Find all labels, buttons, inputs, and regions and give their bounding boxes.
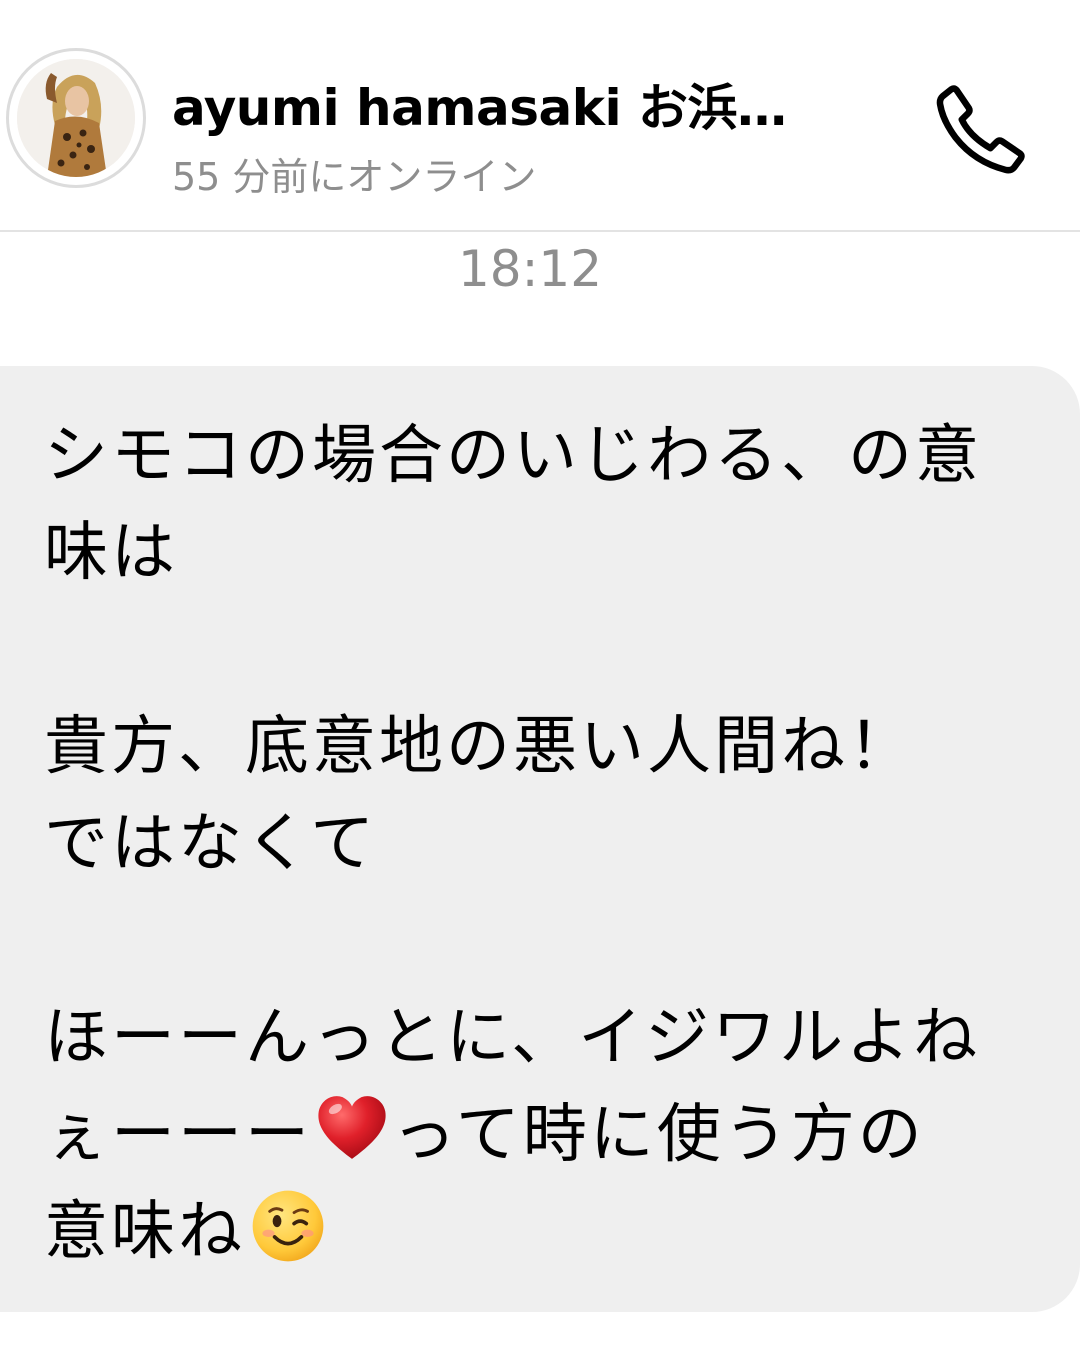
- message-line: 貴方、底意地の悪い人間ね！: [44, 710, 915, 784]
- message-line: シモコの場合のいじわる、の意: [44, 419, 982, 493]
- chat-header: ayumi hamasaki お浜… 55 分前にオンライン: [0, 0, 1080, 232]
- contact-name[interactable]: ayumi hamasaki お浜…: [172, 68, 787, 140]
- message-fragment: ぇーーー: [44, 1098, 312, 1172]
- message-fragment: 意味ね: [44, 1195, 245, 1269]
- winking-face-icon: [252, 1190, 324, 1262]
- call-button[interactable]: [928, 78, 1032, 182]
- message-line: 味は: [44, 516, 178, 590]
- message-fragment: って時に使う方の: [392, 1098, 925, 1172]
- message-text: シモコの場合のいじわる、の意 味は 貴方、底意地の悪い人間ね！ ではなくて ほー…: [44, 408, 1050, 1281]
- avatar[interactable]: [6, 48, 146, 188]
- phone-icon: [936, 85, 1025, 174]
- message-line: ほーーんっとに、イジワルよね: [44, 1001, 981, 1075]
- message-line: ではなくて: [44, 807, 378, 881]
- profile-photo: [17, 59, 135, 177]
- red-heart-icon: [318, 1096, 386, 1159]
- received-message-bubble[interactable]: シモコの場合のいじわる、の意 味は 貴方、底意地の悪い人間ね！ ではなくて ほー…: [0, 366, 1080, 1312]
- message-timestamp: 18:12: [457, 240, 603, 298]
- message-line: ぇーーー って時に使う方の: [44, 1087, 1050, 1184]
- online-status: 55 分前にオンライン: [172, 155, 537, 199]
- message-line: 意味ね: [44, 1184, 1050, 1281]
